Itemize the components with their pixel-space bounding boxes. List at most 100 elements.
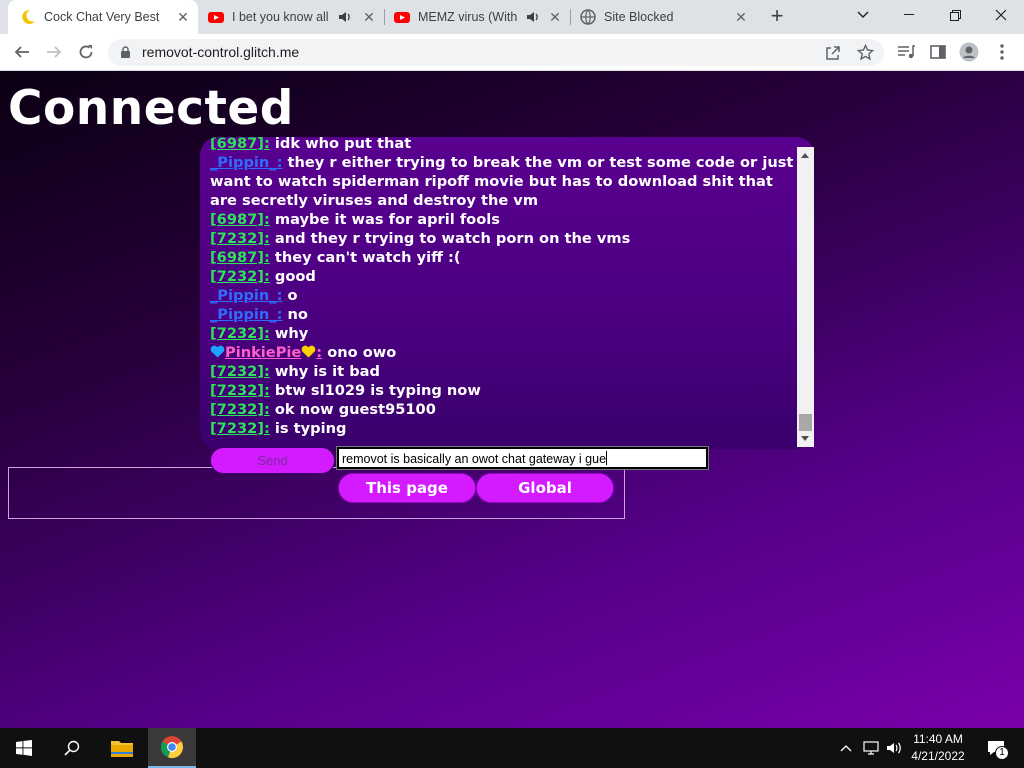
message-list[interactable]: [6987]: idk who put that _Pippin_: they r… <box>210 137 795 449</box>
address-bar[interactable]: removot-control.glitch.me <box>108 39 884 66</box>
chat-box: [6987]: idk who put that _Pippin_: they r… <box>200 137 814 449</box>
message-author-name: _Pippin_ <box>210 306 277 323</box>
message-text: idk who put that <box>274 137 412 152</box>
message-author[interactable]: [7232]: <box>210 268 270 285</box>
message-text: why is it bad <box>274 363 380 380</box>
tab-search-icon[interactable] <box>840 0 886 30</box>
taskbar: 11:40 AM 4/21/2022 1 <box>0 728 1024 768</box>
message-author-name: [7232] <box>210 268 264 285</box>
chat-message: [6987]: maybe it was for april fools <box>210 210 795 229</box>
author-separator: : <box>263 268 270 285</box>
new-tab-button[interactable]: + <box>766 5 788 28</box>
chat-message: [6987]: they can't watch yiff :( <box>210 248 795 267</box>
chat-message: [7232]: is typing <box>210 419 795 438</box>
message-author[interactable]: PinkiePie: <box>210 344 322 361</box>
notification-count: 1 <box>995 746 1009 760</box>
author-separator: : <box>263 137 270 152</box>
notifications-button[interactable]: 1 <box>978 728 1014 768</box>
media-control-icon[interactable] <box>896 42 916 62</box>
tab-3[interactable]: Site Blocked ✕ <box>570 0 756 34</box>
minimize-icon[interactable] <box>886 0 932 30</box>
url-text[interactable]: removot-control.glitch.me <box>142 44 299 60</box>
speaker-icon[interactable] <box>338 10 352 24</box>
more-menu-icon[interactable] <box>992 42 1012 62</box>
close-tab-icon[interactable]: ✕ <box>548 10 562 24</box>
message-text: ok now guest95100 <box>274 401 436 418</box>
file-explorer-button[interactable] <box>98 728 146 768</box>
youtube-icon <box>208 12 224 23</box>
tab-1[interactable]: I bet you know all ✕ <box>198 0 384 34</box>
forward-icon[interactable] <box>44 42 64 62</box>
message-text: maybe it was for april fools <box>274 211 500 228</box>
message-text: good <box>274 268 316 285</box>
author-separator: : <box>263 382 270 399</box>
start-button[interactable] <box>0 728 48 768</box>
scroll-up-arrow[interactable] <box>801 153 809 158</box>
message-author[interactable]: [6987]: <box>210 249 270 266</box>
chat-message: _Pippin_: they r either trying to break … <box>210 153 795 210</box>
lock-icon[interactable] <box>120 46 131 59</box>
chat-message: [7232]: why is it bad <box>210 362 795 381</box>
message-author[interactable]: [7232]: <box>210 382 270 399</box>
back-icon[interactable] <box>12 42 32 62</box>
message-author[interactable]: [7232]: <box>210 420 270 437</box>
message-author[interactable]: _Pippin_: <box>210 306 282 323</box>
speaker-icon[interactable] <box>526 10 540 24</box>
search-icon <box>64 740 80 756</box>
chrome-taskbar-button[interactable] <box>148 728 196 768</box>
scroll-thumb[interactable] <box>799 414 812 431</box>
volume-icon[interactable] <box>884 728 906 768</box>
message-text: btw sl1029 is typing now <box>274 382 481 399</box>
restore-icon[interactable] <box>932 0 978 30</box>
chat-message: [7232]: btw sl1029 is typing now <box>210 381 795 400</box>
network-icon[interactable] <box>860 728 882 768</box>
bookmark-star-icon[interactable] <box>857 44 874 61</box>
author-separator: : <box>263 363 270 380</box>
tab-title: I bet you know all <box>232 10 329 24</box>
chat-message: _Pippin_: o <box>210 286 795 305</box>
close-tab-icon[interactable]: ✕ <box>176 10 190 24</box>
side-panel-icon[interactable] <box>928 42 948 62</box>
message-author[interactable]: [6987]: <box>210 211 270 228</box>
message-text: they r either trying to break the vm or … <box>210 154 794 209</box>
author-separator: : <box>276 306 283 323</box>
author-separator: : <box>263 230 270 247</box>
tab-title: Cock Chat Very Best <box>44 10 160 24</box>
message-author-name: [7232] <box>210 363 264 380</box>
reload-icon[interactable] <box>76 42 96 62</box>
message-author-name: _Pippin_ <box>210 287 277 304</box>
message-author-name: [6987] <box>210 249 264 266</box>
search-button[interactable] <box>48 728 96 768</box>
tab-0[interactable]: Cock Chat Very Best ✕ <box>8 0 198 34</box>
message-text: they can't watch yiff :( <box>274 249 461 266</box>
message-author[interactable]: [7232]: <box>210 401 270 418</box>
heart-icon <box>210 345 225 358</box>
message-author[interactable]: _Pippin_: <box>210 154 282 171</box>
message-author[interactable]: _Pippin_: <box>210 287 282 304</box>
message-author[interactable]: [7232]: <box>210 230 270 247</box>
clock-date[interactable]: 4/21/2022 <box>908 749 968 763</box>
tab-2[interactable]: MEMZ virus (With ✕ <box>384 0 570 34</box>
clock-time[interactable]: 11:40 AM <box>908 732 968 746</box>
message-author-name: PinkiePie <box>225 344 302 361</box>
show-hidden-icons-chevron-icon[interactable] <box>836 728 856 768</box>
send-button[interactable]: Send <box>210 447 335 474</box>
share-icon[interactable] <box>825 45 841 61</box>
chat-input[interactable]: removot is basically an owot chat gatewa… <box>336 446 709 470</box>
close-tab-icon[interactable]: ✕ <box>734 10 748 24</box>
message-author[interactable]: [6987]: <box>210 137 270 152</box>
message-author[interactable]: [7232]: <box>210 325 270 342</box>
chat-message: [7232]: why <box>210 324 795 343</box>
chat-message: [7232]: and they r trying to watch porn … <box>210 229 795 248</box>
this-page-button[interactable]: This page <box>338 473 476 503</box>
scroll-down-arrow[interactable] <box>801 436 809 441</box>
profile-avatar-icon[interactable] <box>959 42 979 62</box>
chat-message: [7232]: good <box>210 267 795 286</box>
global-button[interactable]: Global <box>476 473 614 503</box>
close-window-icon[interactable] <box>978 0 1024 30</box>
close-tab-icon[interactable]: ✕ <box>362 10 376 24</box>
message-author[interactable]: [7232]: <box>210 363 270 380</box>
youtube-icon <box>394 12 410 23</box>
chat-scrollbar[interactable] <box>797 147 814 447</box>
tab-title: Site Blocked <box>604 10 674 24</box>
